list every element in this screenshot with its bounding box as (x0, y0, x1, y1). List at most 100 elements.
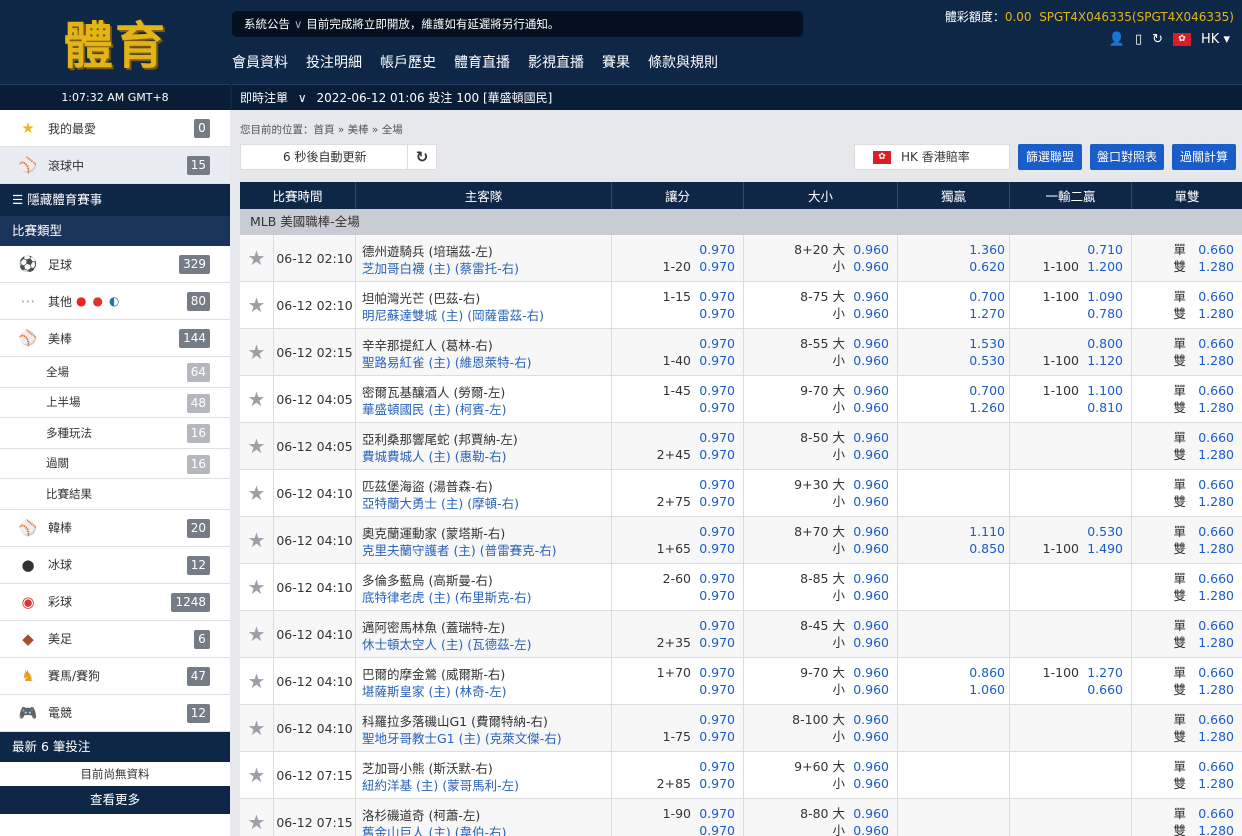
handicap-odds[interactable]: 0.970 (691, 617, 739, 634)
over-odds[interactable]: 0.960 (845, 288, 893, 305)
moneyline-home[interactable]: 1.270 (902, 305, 1005, 322)
under-odds[interactable]: 0.960 (845, 446, 893, 463)
add-favorite-icon[interactable]: ★ (248, 716, 266, 740)
mobile-icon[interactable]: ▯ (1135, 32, 1142, 47)
over-odds[interactable]: 0.960 (845, 617, 893, 634)
under-odds[interactable]: 0.960 (845, 540, 893, 557)
nav-results[interactable]: 賽果 (602, 52, 630, 72)
region-select[interactable]: HK ▾ (1201, 32, 1230, 47)
sidebar-sub-results[interactable]: 比賽結果 (0, 479, 230, 510)
sports-logo[interactable]: 體育 (0, 0, 230, 84)
win-lose-odds[interactable]: 0.800 (1079, 335, 1127, 352)
refresh-icon[interactable]: ↻ (1152, 32, 1163, 47)
add-favorite-icon[interactable]: ★ (248, 528, 266, 552)
under-odds[interactable]: 0.960 (845, 493, 893, 510)
live-bet-strip[interactable]: 即時注單 ∨ 2022-06-12 01:06 投注 100 [華盛頓國民] (232, 84, 1242, 110)
handicap-odds[interactable]: 0.970 (691, 570, 739, 587)
add-favorite-icon[interactable]: ★ (248, 387, 266, 411)
over-odds[interactable]: 0.960 (845, 805, 893, 822)
win-lose-odds[interactable]: 1.490 (1079, 540, 1127, 557)
odd-odds[interactable]: 0.660 (1186, 617, 1238, 634)
win-lose-odds[interactable] (1079, 822, 1127, 836)
win-lose-odds[interactable] (1079, 634, 1127, 651)
under-odds[interactable]: 0.960 (845, 305, 893, 322)
add-favorite-icon[interactable]: ★ (248, 481, 266, 505)
odd-odds[interactable]: 0.660 (1186, 805, 1238, 822)
win-lose-odds[interactable]: 0.780 (1079, 305, 1127, 322)
even-odds[interactable]: 1.280 (1186, 446, 1238, 463)
handicap-odds[interactable]: 0.970 (691, 523, 739, 540)
win-lose-odds[interactable]: 0.530 (1079, 523, 1127, 540)
over-odds[interactable]: 0.960 (845, 711, 893, 728)
under-odds[interactable]: 0.960 (845, 634, 893, 651)
even-odds[interactable]: 1.280 (1186, 352, 1238, 369)
hk-flag-icon[interactable]: ✿ (1173, 33, 1192, 46)
handicap-odds[interactable]: 0.970 (691, 258, 739, 275)
handicap-odds[interactable]: 0.970 (691, 446, 739, 463)
handicap-odds[interactable]: 0.970 (691, 429, 739, 446)
handicap-odds[interactable]: 0.970 (691, 399, 739, 416)
win-lose-odds[interactable]: 1.200 (1079, 258, 1127, 275)
over-odds[interactable]: 0.960 (845, 335, 893, 352)
under-odds[interactable]: 0.960 (845, 728, 893, 745)
win-lose-odds[interactable] (1079, 805, 1127, 822)
odd-odds[interactable]: 0.660 (1186, 664, 1238, 681)
under-odds[interactable]: 0.960 (845, 681, 893, 698)
odd-odds[interactable]: 0.660 (1186, 241, 1238, 258)
handicap-table-button[interactable]: 盤口對照表 (1090, 144, 1164, 170)
under-odds[interactable]: 0.960 (845, 352, 893, 369)
over-odds[interactable]: 0.960 (845, 241, 893, 258)
handicap-odds[interactable]: 0.970 (691, 822, 739, 836)
nav-sports-live[interactable]: 體育直播 (454, 52, 510, 72)
win-lose-odds[interactable] (1079, 617, 1127, 634)
even-odds[interactable]: 1.280 (1186, 493, 1238, 510)
win-lose-odds[interactable]: 0.810 (1079, 399, 1127, 416)
nav-bet-details[interactable]: 投注明細 (306, 52, 362, 72)
odd-odds[interactable]: 0.660 (1186, 711, 1238, 728)
even-odds[interactable]: 1.280 (1186, 634, 1238, 651)
win-lose-odds[interactable] (1079, 429, 1127, 446)
moneyline-home[interactable]: 0.620 (902, 258, 1005, 275)
under-odds[interactable]: 0.960 (845, 587, 893, 604)
handicap-odds[interactable]: 0.970 (691, 288, 739, 305)
nav-account-history[interactable]: 帳戶歷史 (380, 52, 436, 72)
handicap-odds[interactable]: 0.970 (691, 352, 739, 369)
handicap-odds[interactable]: 0.970 (691, 758, 739, 775)
moneyline-home[interactable]: 1.260 (902, 399, 1005, 416)
moneyline-away[interactable]: 0.860 (902, 664, 1005, 681)
sidebar-sub-parlay[interactable]: 過關 16 (0, 449, 230, 479)
add-favorite-icon[interactable]: ★ (248, 763, 266, 787)
parlay-calc-button[interactable]: 過關計算 (1172, 144, 1236, 170)
add-favorite-icon[interactable]: ★ (248, 622, 266, 646)
odd-odds[interactable]: 0.660 (1186, 570, 1238, 587)
win-lose-odds[interactable] (1079, 728, 1127, 745)
sidebar-sub-multi[interactable]: 多種玩法 16 (0, 418, 230, 449)
handicap-odds[interactable]: 0.970 (691, 382, 739, 399)
handicap-odds[interactable]: 0.970 (691, 335, 739, 352)
sidebar-item-baseball[interactable]: ⚾ 美棒 144 (0, 320, 230, 357)
over-odds[interactable]: 0.960 (845, 570, 893, 587)
win-lose-odds[interactable] (1079, 493, 1127, 510)
win-lose-odds[interactable]: 1.270 (1079, 664, 1127, 681)
even-odds[interactable]: 1.280 (1186, 399, 1238, 416)
even-odds[interactable]: 1.280 (1186, 822, 1238, 836)
handicap-odds[interactable]: 0.970 (691, 476, 739, 493)
sidebar-item-live[interactable]: ⚾ 滾球中 15 (0, 147, 230, 184)
hide-sports-toggle[interactable]: ☰ 隱藏體育賽事 (0, 184, 230, 216)
even-odds[interactable]: 1.280 (1186, 540, 1238, 557)
handicap-odds[interactable]: 0.970 (691, 634, 739, 651)
add-favorite-icon[interactable]: ★ (248, 293, 266, 317)
add-favorite-icon[interactable]: ★ (248, 434, 266, 458)
sidebar-item-kbo[interactable]: ⚾ 韓棒 20 (0, 510, 230, 547)
odds-type-select[interactable]: ✿ HK 香港賠率 (854, 144, 1010, 170)
over-odds[interactable]: 0.960 (845, 664, 893, 681)
win-lose-odds[interactable]: 0.710 (1079, 241, 1127, 258)
win-lose-odds[interactable] (1079, 711, 1127, 728)
even-odds[interactable]: 1.280 (1186, 587, 1238, 604)
sidebar-item-football[interactable]: ◆ 美足 6 (0, 621, 230, 658)
sidebar-item-soccer[interactable]: ⚽ 足球 329 (0, 246, 230, 283)
odd-odds[interactable]: 0.660 (1186, 758, 1238, 775)
sidebar-sub-full[interactable]: 全場 64 (0, 357, 230, 388)
under-odds[interactable]: 0.960 (845, 258, 893, 275)
odd-odds[interactable]: 0.660 (1186, 523, 1238, 540)
